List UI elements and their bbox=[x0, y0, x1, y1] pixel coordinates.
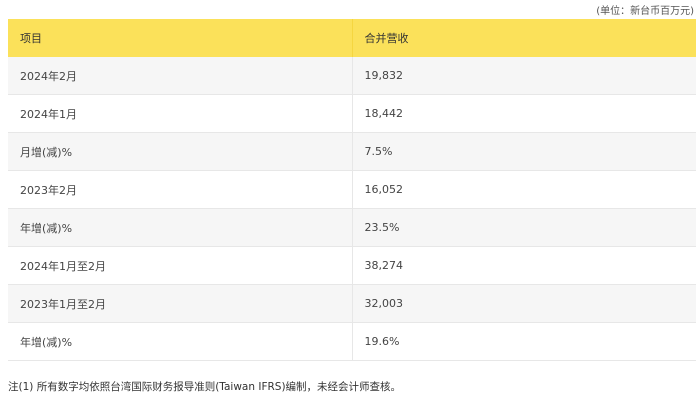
row-value: 19,832 bbox=[351, 57, 696, 95]
row-value: 23.5% bbox=[351, 208, 696, 247]
row-item: 2023年2月 bbox=[8, 170, 352, 209]
table-row: 年增(减)% 23.5% bbox=[8, 208, 696, 247]
table-row: 2024年1月 18,442 bbox=[8, 94, 696, 133]
footnote: 注(1) 所有数字均依照台湾国际财务报导准则(Taiwan IFRS)编制，未经… bbox=[8, 381, 402, 393]
row-value: 16,052 bbox=[351, 170, 696, 209]
row-item: 2024年2月 bbox=[8, 57, 352, 95]
row-value: 38,274 bbox=[351, 246, 696, 285]
row-item: 2024年1月 bbox=[8, 94, 352, 133]
row-value: 32,003 bbox=[351, 284, 696, 323]
row-value: 7.5% bbox=[351, 132, 696, 171]
row-value: 18,442 bbox=[351, 94, 696, 133]
table-row: 月增(减)% 7.5% bbox=[8, 132, 696, 171]
row-item: 月增(减)% bbox=[8, 132, 352, 171]
row-item: 年增(减)% bbox=[8, 322, 352, 361]
header-consolidated-revenue: 合并营收 bbox=[351, 19, 696, 57]
table-row: 2024年2月 19,832 bbox=[8, 57, 696, 95]
header-item: 项目 bbox=[8, 19, 352, 57]
table-row: 年增(减)% 19.6% bbox=[8, 322, 696, 361]
revenue-table: 项目 合并营收 2024年2月 19,832 2024年1月 18,442 月增… bbox=[8, 19, 696, 361]
unit-note: (单位：新台币百万元) bbox=[596, 6, 694, 17]
row-item: 2023年1月至2月 bbox=[8, 284, 352, 323]
row-value: 19.6% bbox=[351, 322, 696, 361]
table-row: 2024年1月至2月 38,274 bbox=[8, 246, 696, 285]
row-item: 2024年1月至2月 bbox=[8, 246, 352, 285]
row-item: 年增(减)% bbox=[8, 208, 352, 247]
table-header-row: 项目 合并营收 bbox=[8, 19, 696, 57]
table-row: 2023年2月 16,052 bbox=[8, 170, 696, 209]
table-row: 2023年1月至2月 32,003 bbox=[8, 284, 696, 323]
